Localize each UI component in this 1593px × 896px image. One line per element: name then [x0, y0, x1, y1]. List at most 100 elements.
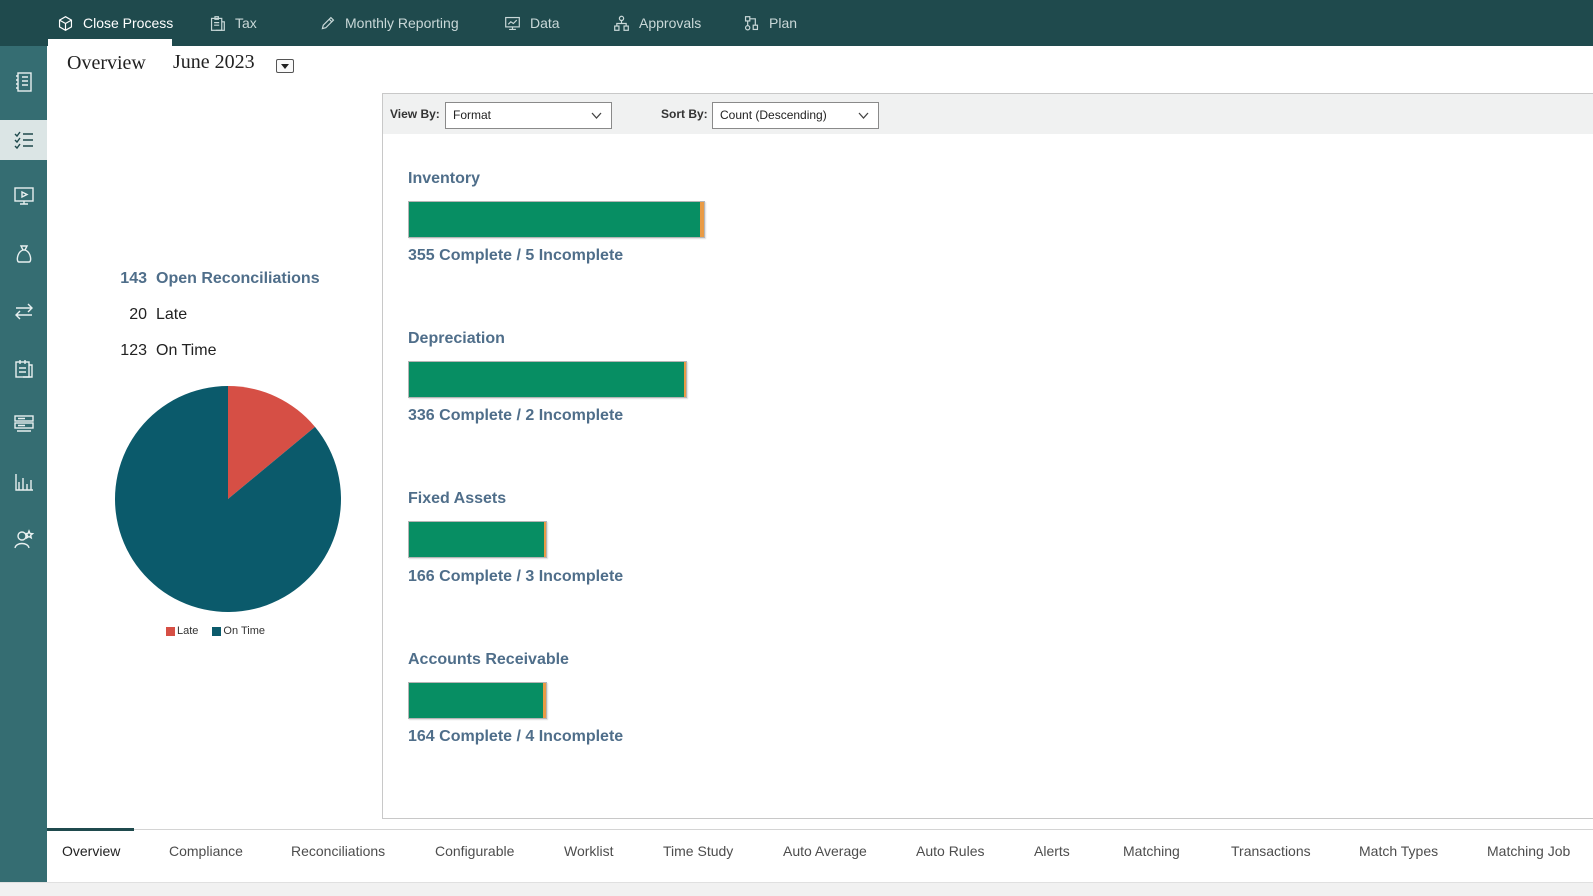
open-reconciliations-stat[interactable]: 143 Open Reconciliations: [100, 270, 320, 288]
tab-auto-average[interactable]: Auto Average: [783, 843, 867, 859]
page-title: Overview: [67, 52, 146, 74]
category-stat-accounts-receivable[interactable]: 164 Complete / 4 Incomplete: [408, 728, 623, 746]
late-label: Late: [156, 306, 188, 323]
sidebar-bar-chart-button[interactable]: [0, 462, 47, 502]
tab-worklist[interactable]: Worklist: [564, 843, 614, 859]
sidebar-calendar-button[interactable]: [0, 348, 47, 388]
nav-close-process-label: Close Process: [83, 15, 174, 31]
user-star-icon: [13, 529, 34, 549]
cube-icon: [58, 15, 73, 31]
status-pie-chart[interactable]: [114, 385, 342, 613]
category-bar-accounts-receivable[interactable]: [408, 682, 547, 719]
bar-complete-segment: [409, 683, 543, 718]
period-label: June 2023: [173, 51, 255, 73]
on-time-label: On Time: [156, 342, 217, 359]
category-title-inventory: Inventory: [408, 170, 481, 187]
view-by-select[interactable]: Format: [445, 102, 612, 129]
chevron-down-icon: [591, 112, 602, 119]
panel-toolbar: View By: Format Sort By: Count (Descendi…: [383, 94, 1593, 134]
nav-monthly-reporting[interactable]: Monthly Reporting: [319, 0, 459, 46]
sidebar-presentation-button[interactable]: [0, 176, 47, 216]
checklist-icon: [14, 131, 33, 150]
pie-legend: Late On Time: [166, 625, 265, 637]
bottom-strip: [0, 882, 1593, 896]
category-title-accounts-receivable: Accounts Receivable: [408, 651, 569, 668]
category-stat-depreciation[interactable]: 336 Complete / 2 Incomplete: [408, 407, 623, 425]
category-bar-fixed-assets[interactable]: [408, 521, 547, 558]
active-nav-indicator: [48, 39, 172, 46]
tab-match-types[interactable]: Match Types: [1359, 843, 1438, 859]
top-navigation-bar: Close Process Tax Monthly Reporting Data…: [0, 0, 1593, 46]
tab-configurable[interactable]: Configurable: [435, 843, 514, 859]
tab-compliance[interactable]: Compliance: [169, 843, 243, 859]
open-count: 143: [120, 270, 147, 287]
category-stat-inventory[interactable]: 355 Complete / 5 Incomplete: [408, 247, 623, 265]
bar-complete-segment: [409, 362, 684, 397]
bar-chart-icon: [14, 474, 33, 491]
workflow-icon: [744, 15, 759, 30]
nav-monthly-reporting-label: Monthly Reporting: [345, 15, 459, 31]
active-tab-indicator: [47, 828, 134, 831]
view-by-label: View By:: [390, 107, 440, 121]
nav-plan-label: Plan: [769, 15, 798, 31]
server-icon: [13, 415, 34, 432]
nav-approvals-label: Approvals: [639, 15, 702, 31]
tab-matching[interactable]: Matching: [1123, 843, 1180, 859]
sidebar-ledger-button[interactable]: [0, 62, 47, 102]
tab-reconciliations[interactable]: Reconciliations: [291, 843, 385, 859]
legend-label-late: Late: [177, 625, 199, 637]
bar-incomplete-segment: [683, 362, 686, 397]
view-by-value: Format: [453, 108, 492, 122]
ledger-icon: [15, 72, 32, 92]
nav-approvals[interactable]: Approvals: [613, 0, 701, 46]
bottom-tab-bar: Overview Compliance Reconciliations Conf…: [47, 828, 1593, 882]
sort-by-value: Count (Descending): [720, 108, 827, 122]
category-title-depreciation: Depreciation: [408, 330, 505, 347]
category-bar-inventory[interactable]: [408, 201, 705, 238]
left-sidebar: [0, 46, 47, 896]
category-stat-fixed-assets[interactable]: 166 Complete / 3 Incomplete: [408, 568, 623, 586]
clipboard-icon: [210, 15, 225, 31]
transfer-icon: [14, 303, 33, 320]
money-bag-icon: [16, 245, 31, 263]
late-stat: 20 Late: [100, 306, 187, 324]
period-dropdown-button[interactable]: [276, 59, 294, 73]
sidebar-transfer-button[interactable]: [0, 291, 47, 331]
legend-swatch-late: [166, 626, 175, 636]
calendar-clipboard-icon: [14, 360, 33, 378]
sidebar-checklist-button[interactable]: [0, 120, 47, 160]
chevron-down-icon: [858, 112, 869, 119]
late-count: 20: [129, 306, 147, 323]
bar-incomplete-segment: [542, 683, 546, 718]
bar-complete-segment: [409, 522, 544, 557]
sidebar-server-button[interactable]: [0, 404, 47, 444]
sort-by-select[interactable]: Count (Descending): [712, 102, 879, 129]
sidebar-user-star-button[interactable]: [0, 519, 47, 559]
category-bar-depreciation[interactable]: [408, 361, 687, 398]
bar-incomplete-segment: [543, 522, 546, 557]
legend-swatch-on-time: [212, 626, 222, 636]
monitor-icon: [505, 16, 520, 30]
tab-transactions[interactable]: Transactions: [1231, 843, 1311, 859]
tab-overview[interactable]: Overview: [62, 843, 120, 859]
tab-time-study[interactable]: Time Study: [663, 843, 733, 859]
nav-data[interactable]: Data: [504, 0, 560, 46]
presentation-icon: [13, 187, 34, 205]
open-label: Open Reconciliations: [156, 270, 320, 287]
tab-auto-rules[interactable]: Auto Rules: [916, 843, 984, 859]
legend-item-on-time[interactable]: On Time: [212, 625, 265, 637]
pencil-icon: [321, 16, 335, 29]
tab-alerts[interactable]: Alerts: [1034, 843, 1070, 859]
nav-tax-label: Tax: [235, 15, 257, 31]
caret-down-icon: [281, 63, 289, 69]
format-breakdown-panel: View By: Format Sort By: Count (Descendi…: [382, 93, 1593, 819]
nav-plan[interactable]: Plan: [743, 0, 797, 46]
nav-tax[interactable]: Tax: [209, 0, 257, 46]
sidebar-money-bag-button[interactable]: [0, 234, 47, 274]
legend-item-late[interactable]: Late: [166, 625, 198, 637]
category-title-fixed-assets: Fixed Assets: [408, 490, 507, 507]
tab-matching-job[interactable]: Matching Job: [1487, 843, 1570, 859]
nav-data-label: Data: [530, 15, 560, 31]
bar-incomplete-segment: [699, 202, 704, 237]
on-time-stat: 123 On Time: [100, 342, 216, 360]
